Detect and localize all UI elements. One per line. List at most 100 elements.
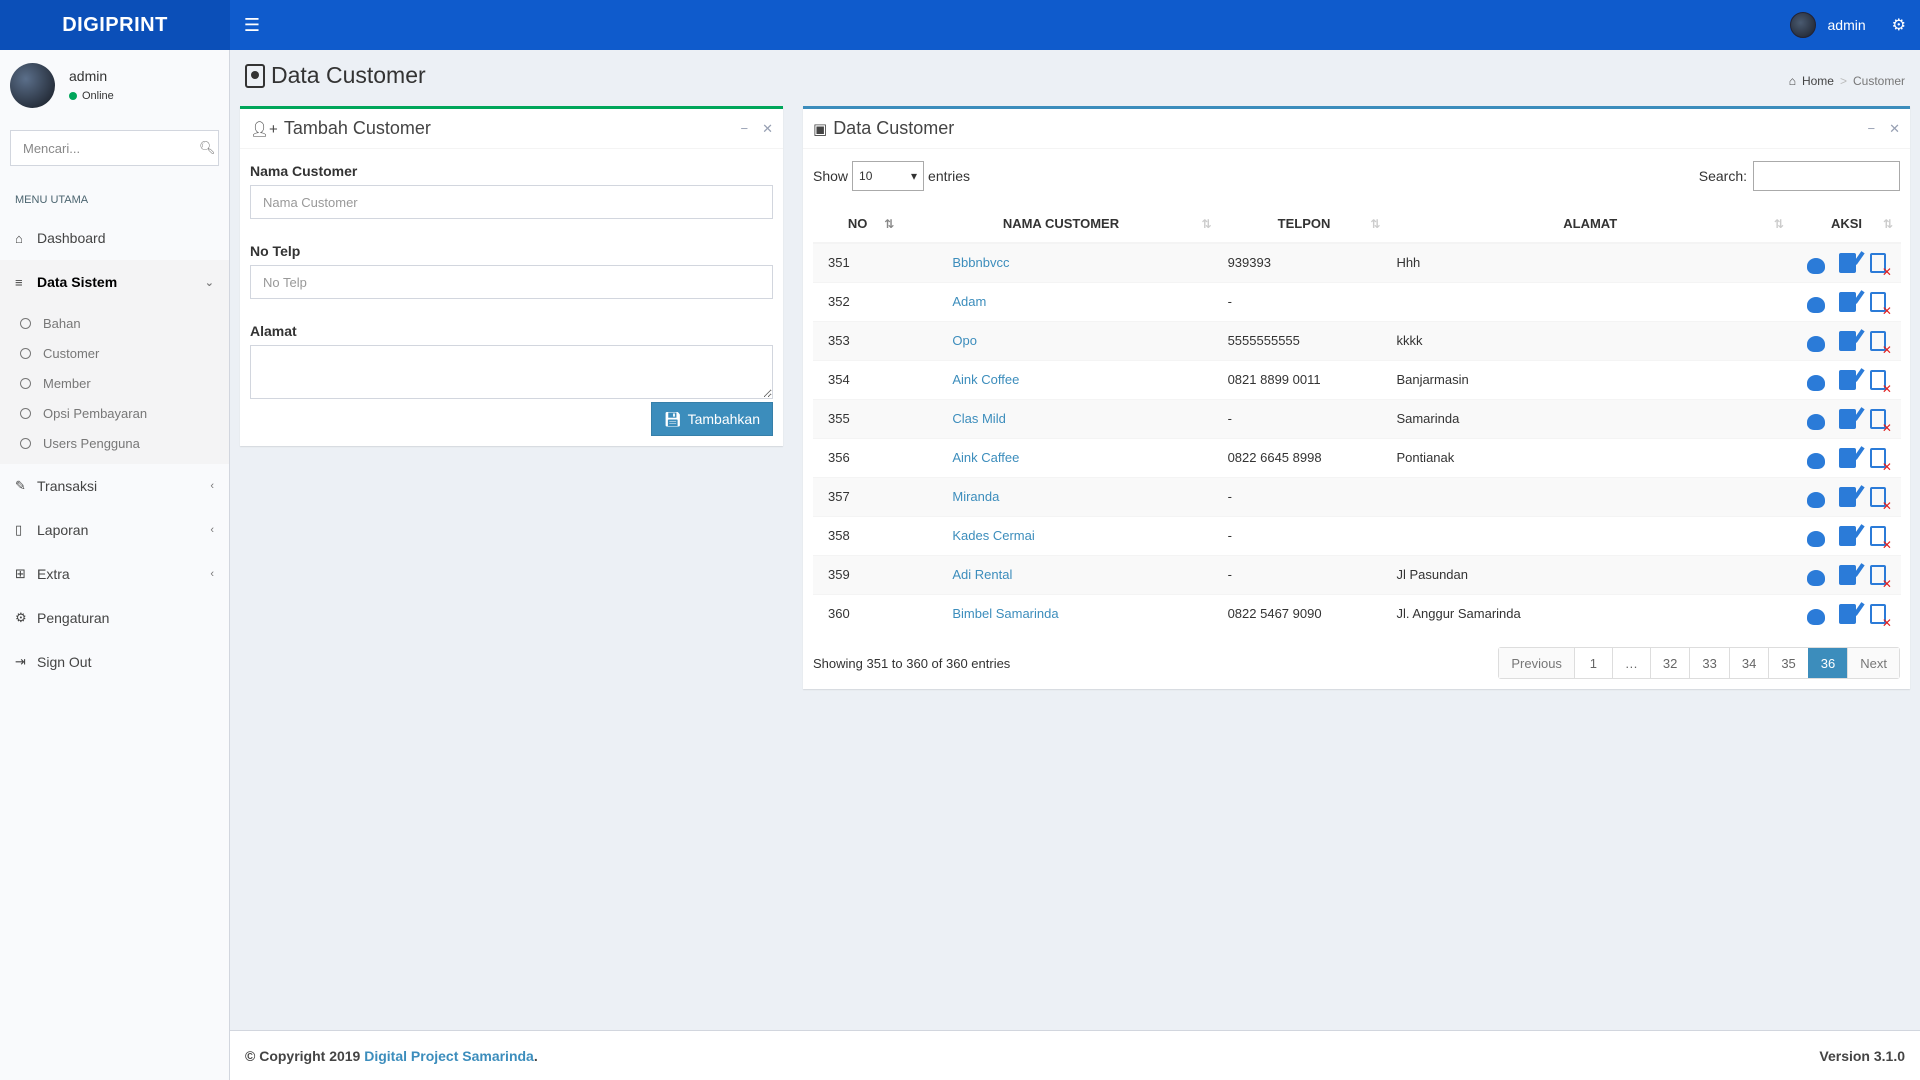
search-input[interactable] [23, 140, 199, 156]
customer-name-link[interactable]: Bbbnbvcc [902, 242, 1220, 282]
view-detail-icon[interactable] [1806, 413, 1825, 430]
customer-name-link[interactable]: Adam [902, 281, 1220, 321]
sidebar-item-member[interactable]: Member [0, 368, 229, 398]
column-header-aksi[interactable]: AKSI ⇅ [1791, 205, 1901, 244]
customer-name-link[interactable]: Clas Mild [902, 398, 1220, 438]
edit-icon[interactable] [1838, 486, 1856, 507]
sidebar-item-users-pengguna[interactable]: Users Pengguna [0, 428, 229, 458]
sidebar-item-transaksi[interactable]: ✎ Transaksi ‹ [0, 464, 229, 508]
delete-icon[interactable] [1869, 330, 1892, 357]
edit-icon[interactable] [1838, 408, 1856, 429]
column-header-alamat[interactable]: ALAMAT ⇅ [1388, 205, 1792, 244]
pagination-page[interactable]: 32 [1649, 648, 1690, 678]
delete-icon[interactable] [1869, 447, 1892, 474]
view-detail-icon[interactable] [1806, 374, 1825, 391]
cell-no: 359 [813, 554, 903, 594]
user-menu[interactable]: admin ⚙ [1789, 12, 1920, 38]
view-detail-icon[interactable] [1806, 530, 1825, 547]
edit-icon[interactable] [1838, 369, 1856, 390]
delete-icon[interactable] [1869, 603, 1892, 630]
sidebar-item-customer[interactable]: Customer [0, 338, 229, 368]
online-dot-icon [69, 92, 77, 100]
sidebar-item-extra[interactable]: ⊞ Extra ‹ [0, 552, 229, 596]
view-detail-icon[interactable] [1806, 257, 1825, 274]
view-detail-icon[interactable] [1806, 296, 1825, 313]
column-header-telpon[interactable]: TELPON ⇅ [1219, 205, 1389, 244]
delete-icon[interactable] [1869, 291, 1892, 318]
edit-icon[interactable] [1838, 330, 1856, 351]
edit-icon[interactable] [1838, 291, 1856, 312]
sidebar-item-dashboard[interactable]: ⌂ Dashboard [0, 216, 229, 260]
pagination-page[interactable]: 33 [1689, 648, 1729, 678]
customer-name-link[interactable]: Miranda [902, 476, 1220, 516]
status-text: Online [82, 90, 114, 102]
no-telp-input[interactable] [250, 265, 773, 299]
close-icon[interactable]: ✕ [1889, 121, 1900, 137]
gears-icon[interactable]: ⚙ [1892, 15, 1906, 35]
customer-name-link[interactable]: Kades Cermai [902, 515, 1220, 555]
database-icon: ≡ [15, 274, 23, 290]
view-detail-icon[interactable] [1806, 569, 1825, 586]
table-row: 358 Kades Cermai - [813, 515, 1901, 555]
entries-select[interactable]: 10 ▾ [852, 161, 925, 191]
brand-logo[interactable]: DIGIPRINT [0, 0, 230, 50]
sidebar-item-sign-out[interactable]: ⇥ Sign Out [0, 640, 229, 684]
pagination-page[interactable]: 1 [1573, 648, 1612, 678]
avatar [10, 62, 55, 108]
customer-name-link[interactable]: Aink Caffee [902, 437, 1220, 477]
sidebar-item-data-sistem[interactable]: ≡ Data Sistem ⌄ [0, 260, 229, 304]
cell-telpon: - [1219, 515, 1389, 555]
pagination-page[interactable]: … [1611, 648, 1650, 678]
alamat-textarea[interactable] [250, 345, 773, 399]
delete-icon[interactable] [1869, 369, 1892, 396]
search-icon[interactable]: 🔍︎ [199, 140, 216, 156]
sidebar-item-opsi-pembayaran[interactable]: Opsi Pembayaran [0, 398, 229, 428]
cell-no: 351 [813, 242, 903, 282]
customer-name-link[interactable]: Bimbel Samarinda [902, 593, 1220, 633]
edit-icon[interactable] [1838, 525, 1856, 546]
customer-name-link[interactable]: Adi Rental [902, 554, 1220, 594]
pagination-next[interactable]: Next [1847, 648, 1899, 678]
pagination-page[interactable]: 35 [1768, 648, 1808, 678]
sidebar-item-pengaturan[interactable]: ⚙ Pengaturan [0, 596, 229, 640]
windows-icon: ⊞ [15, 566, 26, 581]
customer-name-link[interactable]: Aink Coffee [902, 359, 1220, 399]
pagination-page[interactable]: 36 [1807, 648, 1848, 678]
tambahkan-button[interactable]: 💾︎ Tambahkan [650, 402, 773, 436]
customer-name-link[interactable]: Opo [902, 320, 1220, 360]
breadcrumb-current: Customer [1852, 74, 1905, 88]
pagination-page[interactable]: 34 [1728, 648, 1769, 678]
gears-icon: ⚙ [15, 610, 27, 625]
sidebar-toggle-icon[interactable]: ☰ [230, 0, 274, 50]
delete-icon[interactable] [1869, 486, 1892, 513]
edit-icon[interactable] [1838, 252, 1856, 273]
column-header-no[interactable]: NO ⇅ [813, 205, 903, 244]
cell-aksi [1791, 476, 1901, 516]
delete-icon[interactable] [1869, 252, 1892, 279]
table-search-input[interactable] [1753, 161, 1900, 191]
edit-icon[interactable] [1838, 447, 1856, 468]
table-controls: Show 10 ▾ entries Search: [803, 149, 1910, 193]
minimize-icon[interactable]: − [1868, 121, 1876, 137]
pagination-previous[interactable]: Previous [1499, 648, 1574, 678]
edit-icon[interactable] [1838, 564, 1856, 585]
minimize-icon[interactable]: − [741, 121, 749, 137]
close-icon[interactable]: ✕ [762, 121, 773, 137]
view-detail-icon[interactable] [1806, 452, 1825, 469]
sidebar-item-label: Opsi Pembayaran [43, 405, 148, 421]
nama-customer-input[interactable] [250, 185, 773, 219]
delete-icon[interactable] [1869, 525, 1892, 552]
delete-icon[interactable] [1869, 564, 1892, 591]
view-detail-icon[interactable] [1806, 491, 1825, 508]
company-link[interactable]: Digital Project Samarinda [364, 1048, 534, 1064]
sidebar-item-laporan[interactable]: ▯ Laporan ‹ [0, 508, 229, 552]
sidebar-user-name: admin [69, 68, 108, 84]
breadcrumb-home[interactable]: Home [1802, 74, 1834, 88]
view-detail-icon[interactable] [1806, 335, 1825, 352]
view-detail-icon[interactable] [1806, 608, 1825, 625]
table-row: 352 Adam - [813, 281, 1901, 321]
column-header-nama[interactable]: NAMA CUSTOMER ⇅ [902, 205, 1220, 244]
edit-icon[interactable] [1838, 603, 1856, 624]
sidebar-item-bahan[interactable]: Bahan [0, 308, 229, 338]
delete-icon[interactable] [1869, 408, 1892, 435]
